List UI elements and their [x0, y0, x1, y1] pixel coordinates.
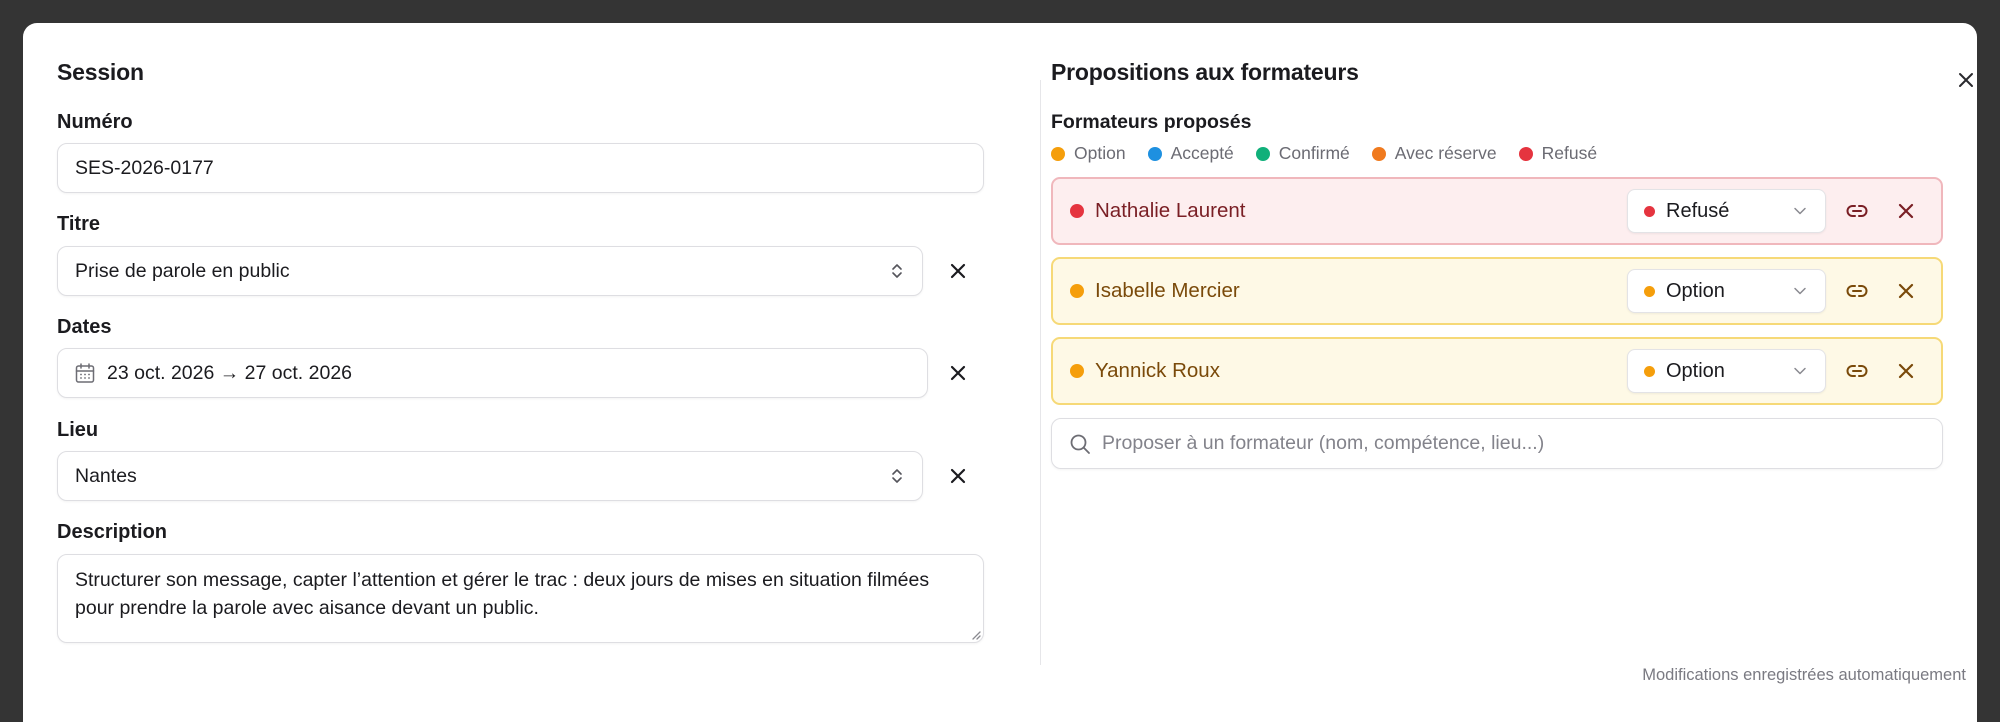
dates-label: Dates [57, 316, 112, 338]
legend-label: Confirmé [1278, 143, 1350, 163]
status-select[interactable]: Option [1627, 349, 1826, 393]
close-icon [950, 468, 966, 484]
close-icon [1898, 283, 1914, 299]
remove-proposition-button[interactable] [1893, 198, 1919, 224]
formateur-name: Isabelle Mercier [1095, 279, 1240, 302]
remove-proposition-button[interactable] [1893, 358, 1919, 384]
status-dot [1644, 205, 1655, 217]
status-dot [1051, 146, 1065, 161]
autosave-status: Modifications enregistrées automatiqueme… [1642, 666, 1966, 684]
propose-formateur-search[interactable] [1051, 418, 1943, 469]
status-dot [1644, 365, 1655, 377]
legend-label: Avec réserve [1394, 143, 1497, 163]
description-value: Structurer son message, capter l’attenti… [75, 569, 930, 619]
lieu-select[interactable]: Nantes [57, 451, 923, 501]
formateur-name: Yannick Roux [1095, 359, 1220, 382]
proposition-row-yannick-roux: Yannick Roux Option [1051, 337, 1943, 405]
lieu-value: Nantes [75, 464, 137, 487]
status-dot [1644, 285, 1655, 297]
status-select[interactable]: Refusé [1627, 189, 1826, 233]
legend-item-refuse: Refusé [1518, 143, 1598, 164]
legend-label: Accepté [1170, 143, 1234, 163]
legend-item-confirme: Confirmé [1255, 143, 1350, 164]
session-section-title: Session [57, 59, 144, 85]
calendar-icon [75, 362, 95, 383]
link-icon [1846, 285, 1868, 297]
chevron-down-icon [1794, 287, 1806, 295]
chevron-down-icon [1794, 367, 1806, 375]
titre-label: Titre [57, 213, 100, 235]
numero-label: Numéro [57, 111, 133, 133]
legend-item-avec-reserve: Avec réserve [1371, 143, 1497, 164]
status-dot [1070, 284, 1084, 298]
copy-link-button[interactable] [1844, 358, 1870, 384]
status-dot [1147, 146, 1162, 161]
clear-lieu-button[interactable] [947, 465, 969, 487]
link-icon [1846, 365, 1868, 377]
status-dot [1371, 146, 1386, 161]
numero-value: SES-2026-0177 [75, 156, 214, 179]
remove-proposition-button[interactable] [1893, 278, 1919, 304]
clear-titre-button[interactable] [947, 260, 969, 282]
resize-handle-icon[interactable] [969, 628, 981, 640]
status-legend: Option Accepté Confirmé Avec réserve Ref… [1051, 143, 1619, 164]
status-dot [1070, 364, 1084, 378]
lieu-label: Lieu [57, 419, 99, 441]
propositions-section-title: Propositions aux formateurs [1051, 59, 1359, 85]
proposition-row-isabelle-mercier: Isabelle Mercier Option [1051, 257, 1943, 325]
description-label: Description [57, 521, 168, 543]
legend-label: Option [1074, 143, 1126, 163]
close-icon [950, 263, 966, 279]
close-icon [1898, 203, 1914, 219]
status-value: Refusé [1666, 199, 1730, 222]
close-icon [1898, 363, 1914, 379]
copy-link-button[interactable] [1844, 198, 1870, 224]
chevron-up-down-icon [892, 469, 902, 483]
copy-link-button[interactable] [1844, 278, 1870, 304]
status-value: Option [1666, 359, 1725, 382]
description-textarea[interactable]: Structurer son message, capter l’attenti… [57, 554, 984, 643]
proposition-row-nathalie-laurent: Nathalie Laurent Refusé [1051, 177, 1943, 245]
status-dot [1518, 146, 1533, 161]
chevron-down-icon [1794, 207, 1806, 215]
legend-item-accepte: Accepté [1147, 143, 1234, 164]
status-dot [1070, 204, 1084, 218]
close-icon [950, 365, 966, 381]
formateurs-proposes-label: Formateurs proposés [1051, 111, 1252, 133]
clear-dates-button[interactable] [947, 362, 969, 384]
column-divider [1040, 80, 1041, 665]
close-icon [1959, 73, 1973, 87]
titre-select[interactable]: Prise de parole en public [57, 246, 923, 296]
titre-value: Prise de parole en public [75, 259, 290, 282]
search-icon [1070, 434, 1090, 454]
dates-input[interactable]: 23 oct. 2026 → 27 oct. 2026 [57, 348, 928, 398]
search-input[interactable] [1102, 419, 1922, 468]
formateur-name: Nathalie Laurent [1095, 199, 1246, 222]
link-icon [1846, 205, 1868, 217]
status-select[interactable]: Option [1627, 269, 1826, 313]
status-value: Option [1666, 279, 1725, 302]
legend-item-option: Option [1051, 143, 1126, 164]
close-modal-button[interactable] [1955, 69, 1977, 91]
chevron-up-down-icon [892, 264, 902, 278]
status-dot [1255, 146, 1270, 161]
legend-label: Refusé [1541, 143, 1598, 163]
numero-input[interactable]: SES-2026-0177 [57, 143, 984, 193]
dates-value: 23 oct. 2026 → 27 oct. 2026 [107, 361, 353, 384]
